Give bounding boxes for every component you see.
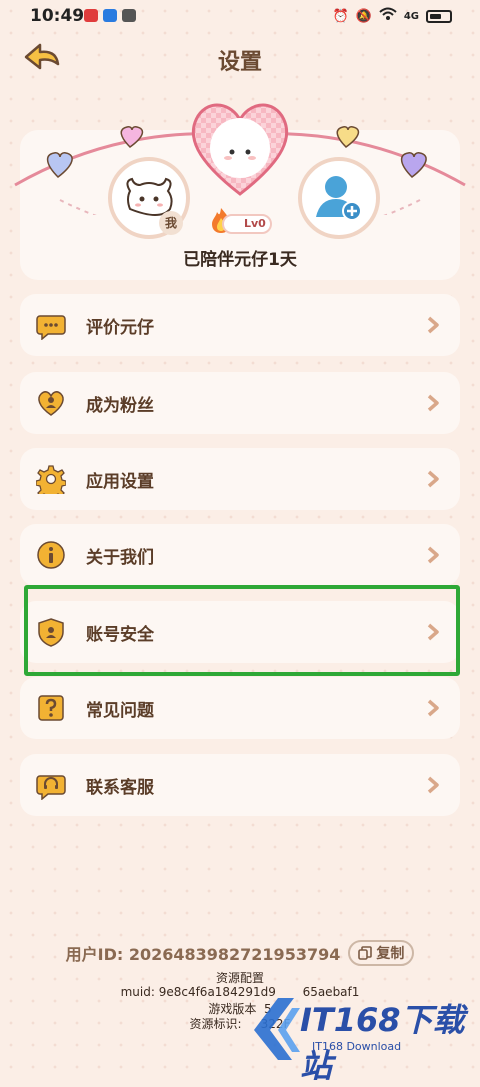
chevron-right-icon [427,470,439,488]
heart-icon [336,126,360,148]
mute-icon: 🔕 [355,8,372,24]
menu-label: 评价元仔 [86,318,154,338]
resource-config-text: 资源配置 [215,971,264,985]
app-notification-icon [103,9,117,22]
chevron-right-icon [427,699,439,717]
menu-label: 应用设置 [86,472,154,492]
menu-item-about[interactable]: 关于我们 [20,524,460,586]
menu-item-rate[interactable]: 评价元仔 [20,294,460,356]
chevron-right-icon [427,776,439,794]
menu-label: 成为粉丝 [86,396,154,416]
add-companion-button[interactable] [298,157,380,239]
signal-icon: 4G [403,10,419,22]
heart-user-icon [38,391,64,416]
chevron-right-icon [427,546,439,564]
resource-id-label: 资源标识: [189,1017,242,1031]
question-icon [38,695,64,721]
user-id-row: 用户ID: 2026483982721953794 复制 [0,940,480,966]
heart-icon [46,152,73,178]
heart-icon [120,126,144,148]
user-id-text: 用户ID: 2026483982721953794 [65,945,341,964]
menu-label: 常见问题 [86,701,154,721]
heart-icon [400,152,427,178]
status-time: 10:49 [30,6,85,26]
level-badge: Lv0 [222,214,272,234]
menu-label: 关于我们 [86,548,154,568]
system-status: ⏰ 🔕 4G [332,7,452,25]
chevron-right-icon [427,316,439,334]
wifi-icon [379,7,397,25]
chevron-right-icon [427,394,439,412]
heart-avatar-frame[interactable] [186,98,294,198]
menu-item-faq[interactable]: 常见问题 [20,677,460,739]
wechat-icon [122,9,136,22]
add-user-icon [316,176,362,221]
page-title: 设置 [217,50,262,75]
menu-label: 联系客服 [86,778,154,798]
copy-label: 复制 [376,946,405,962]
mascot-face [210,118,270,178]
highlight-box [24,585,460,676]
watermark-subtext: IT168 Download [312,1040,402,1053]
menu-item-app-settings[interactable]: 应用设置 [20,448,460,510]
menu-item-fan[interactable]: 成为粉丝 [20,372,460,434]
status-bar: 10:49 ⏰ 🔕 4G [0,0,480,34]
battery-icon [426,9,452,23]
menu-item-customer-service[interactable]: 联系客服 [20,754,460,816]
copy-icon [358,946,373,960]
copy-button[interactable]: 复制 [348,940,415,966]
info-icon [37,541,65,569]
chat-icon [36,315,66,340]
alarm-icon: ⏰ [332,8,349,24]
notification-icons [84,9,136,22]
companion-days-text: 已陪伴元仔1天 [183,250,297,270]
app-notification-icon [84,9,98,22]
me-badge: 我 [159,211,183,235]
gear-icon [36,465,66,494]
headset-icon [36,775,66,800]
